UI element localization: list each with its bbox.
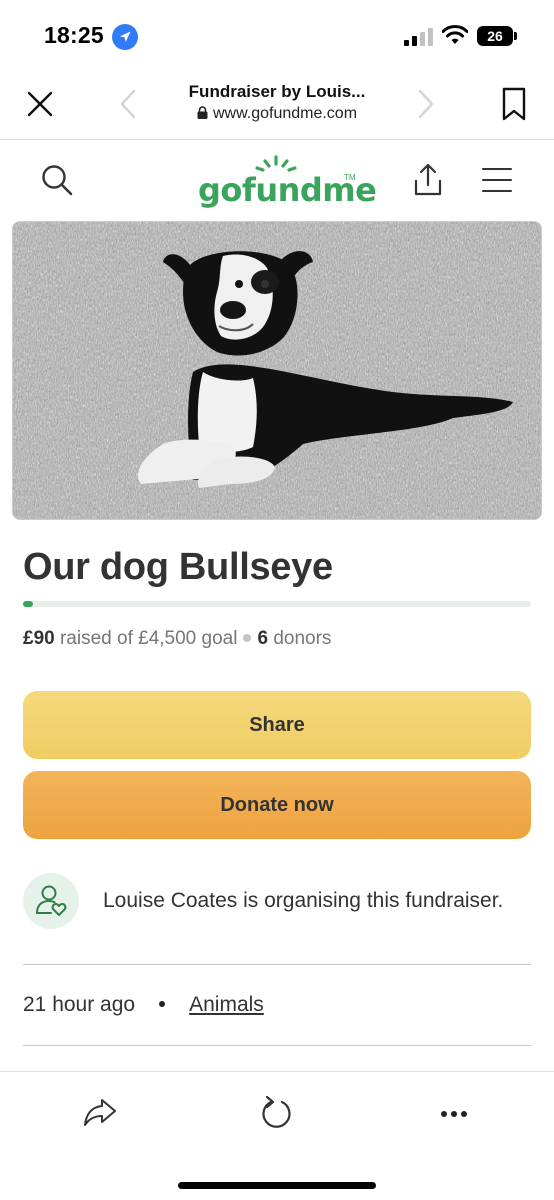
divider [23, 1045, 531, 1046]
wifi-icon [441, 25, 469, 45]
category-link[interactable]: Animals [189, 993, 264, 1016]
battery-cap [514, 32, 517, 40]
donor-count: 6 [257, 628, 269, 649]
campaign-meta: 21 hour ago Animals [23, 993, 264, 1017]
dog-photo-icon [13, 222, 541, 519]
share-button[interactable]: Share [23, 691, 531, 759]
organiser-info: Louise Coates is organising this fundrai… [23, 873, 533, 929]
reload-button[interactable] [258, 1094, 294, 1132]
user-heart-icon [36, 885, 67, 916]
logo-trademark: TM [344, 173, 356, 182]
ellipsis-icon [441, 1111, 467, 1117]
organiser-avatar [23, 873, 79, 929]
location-arrow-icon [112, 24, 138, 50]
share-page-button[interactable] [412, 163, 444, 197]
bookmark-icon [502, 87, 526, 121]
browser-bar: Fundraiser by Louis... www.gofundme.com [0, 68, 554, 140]
organiser-text: Louise Coates is organising this fundrai… [103, 889, 504, 912]
browser-page-title: Fundraiser by Louis... [188, 82, 366, 101]
battery-level: 26 [477, 26, 513, 46]
status-bar: 18:25 26 [0, 0, 554, 68]
created-time: 21 hour ago [23, 993, 136, 1016]
campaign-title: Our dog Bullseye [23, 546, 333, 588]
site-header: gofundme TM [0, 141, 554, 221]
bullet-separator [159, 1001, 166, 1007]
browser-bottom-toolbar [0, 1071, 554, 1200]
divider [23, 964, 531, 965]
url-text: www.gofundme.com [212, 105, 358, 122]
campaign-hero-image [12, 221, 542, 520]
forward-share-button[interactable] [82, 1094, 118, 1130]
share-upload-icon [414, 163, 442, 196]
progress-bar-fill [23, 601, 34, 607]
browser-url[interactable]: www.gofundme.com [0, 105, 554, 123]
share-arrow-icon [84, 1099, 116, 1126]
menu-line-icon [482, 190, 512, 192]
donate-now-button[interactable]: Donate now [23, 771, 531, 839]
chevron-right-icon [418, 89, 434, 119]
menu-line-icon [482, 168, 512, 170]
battery-indicator: 26 [477, 26, 517, 46]
reload-icon [262, 1095, 291, 1128]
search-icon [42, 165, 73, 196]
progress-bar [23, 601, 531, 607]
separator-dot [243, 634, 252, 642]
bookmark-button[interactable] [500, 86, 528, 122]
raised-of-goal-label: raised of £4,500 goal [59, 628, 238, 649]
donors-label: donors [273, 628, 332, 649]
search-button[interactable] [40, 163, 74, 197]
lock-icon [197, 106, 208, 119]
more-options-button[interactable] [440, 1106, 468, 1117]
amount-raised: £90 [23, 628, 55, 649]
hamburger-menu-button[interactable] [482, 167, 512, 193]
menu-line-icon [482, 179, 512, 181]
home-indicator[interactable] [178, 1182, 376, 1189]
gofundme-logo[interactable]: gofundme TM [198, 155, 377, 209]
forward-button[interactable] [414, 88, 438, 120]
fundraising-stats: £90 raised of £4,500 goal 6 donors [23, 628, 331, 650]
cellular-signal-icon [404, 28, 434, 46]
status-time: 18:25 [44, 22, 104, 48]
